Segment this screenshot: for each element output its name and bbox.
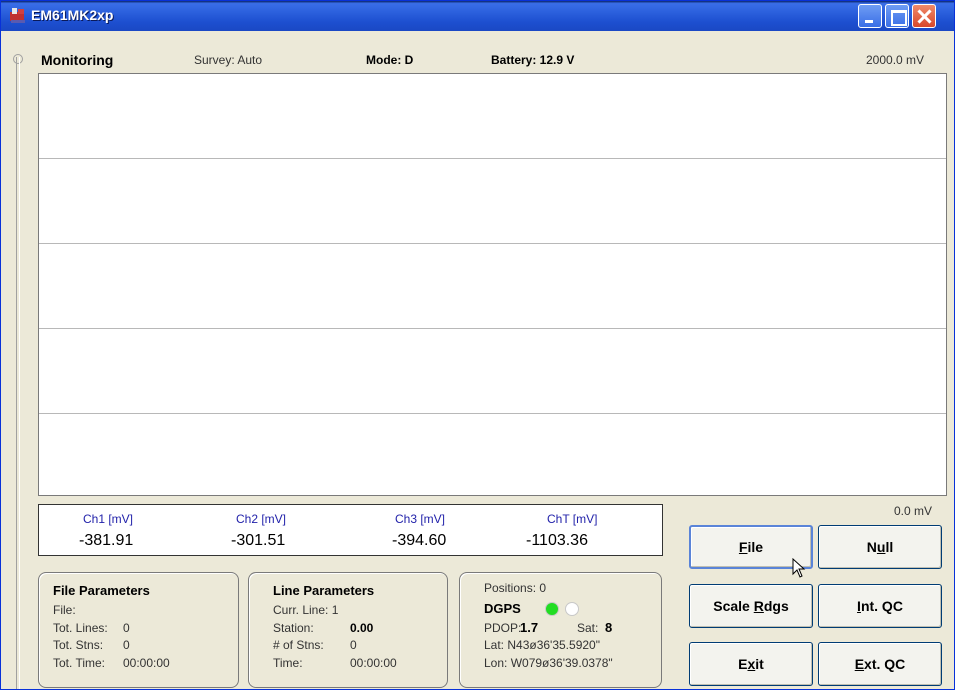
sat-label: Sat: bbox=[577, 621, 599, 635]
scale-readings-button-label: Scale Rdgs bbox=[713, 598, 789, 614]
app-window: EM61MK2xp Monitoring Survey: Auto Mode: … bbox=[0, 0, 955, 690]
line-parameters-title: Line Parameters bbox=[273, 583, 375, 598]
time-label: Time: bbox=[273, 656, 303, 670]
file-parameters-panel: File Parameters File: Tot. Lines: 0 Tot.… bbox=[38, 572, 239, 688]
station-value: 0.00 bbox=[350, 621, 374, 635]
ch2-value: -301.51 bbox=[231, 532, 286, 549]
file-button-label: File bbox=[738, 539, 764, 555]
tot-stns-value: 0 bbox=[123, 638, 130, 652]
tot-time-value: 00:00:00 bbox=[123, 656, 170, 670]
dgps-status-indicator bbox=[545, 602, 559, 616]
longitude-label: Lon: W079ø36'39.0378" bbox=[484, 656, 613, 670]
positions-label: Positions: 0 bbox=[484, 581, 547, 595]
monitoring-title: Monitoring bbox=[41, 52, 114, 68]
pdop-label: PDOP: bbox=[484, 621, 522, 635]
exit-button-label: Exit bbox=[738, 656, 764, 672]
ch1-value: -381.91 bbox=[79, 532, 134, 549]
minimize-button[interactable] bbox=[858, 4, 882, 28]
mode-label: Mode: D bbox=[366, 53, 414, 67]
plot-gridline bbox=[39, 413, 946, 414]
channel-readout: Ch1 [mV] -381.91 Ch2 [mV] -301.51 Ch3 [m… bbox=[38, 504, 663, 556]
tot-lines-value: 0 bbox=[123, 621, 130, 635]
ch2-label: Ch2 [mV] bbox=[236, 512, 287, 526]
num-stations-value: 0 bbox=[350, 638, 357, 652]
external-qc-button-label: Ext. QC bbox=[854, 656, 906, 672]
scale-max-label: 2000.0 mV bbox=[866, 53, 925, 67]
tot-time-label: Tot. Time: bbox=[53, 656, 106, 670]
internal-qc-button-label: Int. QC bbox=[857, 598, 903, 614]
monitoring-plot bbox=[38, 73, 947, 496]
ch1-label: Ch1 [mV] bbox=[83, 512, 134, 526]
window-title: EM61MK2xp bbox=[31, 7, 114, 23]
line-parameters-panel: Line Parameters Curr. Line: 1 Station: 0… bbox=[248, 572, 448, 688]
external-qc-button[interactable]: Ext. QC bbox=[818, 642, 942, 686]
internal-qc-button[interactable]: Int. QC bbox=[818, 584, 942, 628]
scale-readings-button[interactable]: Scale Rdgs bbox=[689, 584, 813, 628]
num-stations-label: # of Stns: bbox=[273, 638, 324, 652]
sat-value: 8 bbox=[605, 620, 613, 635]
title-bar[interactable]: EM61MK2xp bbox=[1, 1, 954, 31]
file-parameters-title: File Parameters bbox=[53, 583, 150, 598]
battery-label: Battery: 12.9 V bbox=[491, 53, 575, 67]
cht-label: ChT [mV] bbox=[547, 512, 598, 526]
plot-gridline bbox=[39, 328, 946, 329]
dgps-label: DGPS bbox=[484, 601, 521, 616]
app-icon bbox=[10, 8, 25, 23]
null-button-label: Null bbox=[866, 539, 894, 555]
tot-stns-label: Tot. Stns: bbox=[53, 638, 104, 652]
current-line-label: Curr. Line: 1 bbox=[273, 603, 339, 617]
file-label: File: bbox=[53, 603, 76, 617]
mouse-cursor-icon bbox=[792, 558, 806, 578]
latitude-label: Lat: N43ø36'35.5920" bbox=[484, 638, 600, 652]
close-button[interactable] bbox=[912, 4, 936, 28]
scale-min-label: 0.0 mV bbox=[894, 504, 933, 518]
dgps-status-indicator-secondary bbox=[565, 602, 579, 616]
time-value: 00:00:00 bbox=[350, 656, 397, 670]
plot-gridline bbox=[39, 243, 946, 244]
ch3-value: -394.60 bbox=[392, 532, 447, 549]
maximize-button[interactable] bbox=[885, 4, 909, 28]
exit-button[interactable]: Exit bbox=[689, 642, 813, 686]
null-button[interactable]: Null bbox=[818, 525, 942, 569]
cht-value: -1103.36 bbox=[526, 532, 588, 549]
tot-lines-label: Tot. Lines: bbox=[53, 621, 108, 635]
pdop-value: 1.7 bbox=[520, 620, 539, 635]
gps-panel: Positions: 0 DGPS PDOP: 1.7 Sat: 8 Lat: … bbox=[459, 572, 662, 688]
station-label: Station: bbox=[273, 621, 314, 635]
ch3-label: Ch3 [mV] bbox=[395, 512, 446, 526]
plot-gridline bbox=[39, 158, 946, 159]
left-splitter[interactable] bbox=[16, 57, 20, 689]
survey-mode-label: Survey: Auto bbox=[194, 53, 263, 67]
